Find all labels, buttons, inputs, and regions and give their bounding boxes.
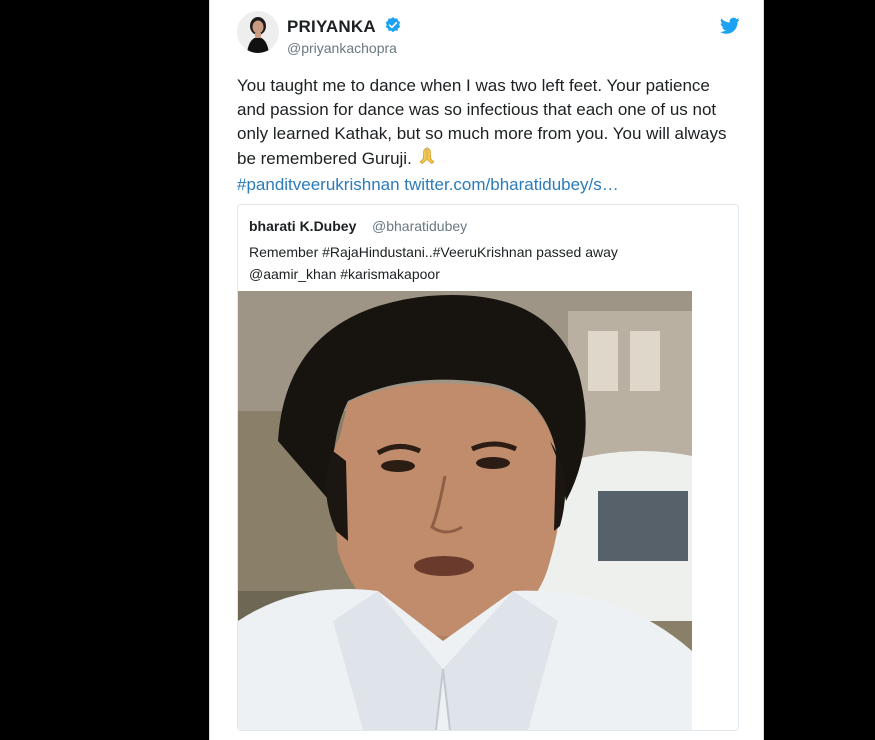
verified-badge-icon (385, 17, 401, 33)
quoted-author-handle[interactable]: @bharatidubey (372, 218, 467, 234)
quoted-tweet-photo[interactable] (238, 291, 692, 730)
quoted-text-line-2: @aamir_khan #karismakapoor (249, 266, 440, 282)
quoted-tweet-text: Remember #RajaHindustani..#VeeruKrishnan… (249, 241, 719, 285)
quoted-tweet-link[interactable]: twitter.com/bharatidubey/s… (404, 175, 618, 194)
embedded-tweet-card: PRIYANKA @priyankachopra You taught me t… (209, 0, 764, 740)
author-avatar[interactable] (237, 11, 279, 53)
tweet-body: You taught me to dance when I was two le… (237, 76, 727, 168)
folded-hands-icon (417, 146, 437, 173)
twitter-bird-icon[interactable] (720, 17, 740, 35)
tweet-text: You taught me to dance when I was two le… (237, 74, 742, 197)
quoted-author-name[interactable]: bharati K.Dubey (249, 218, 356, 234)
quoted-text-line-1: Remember #RajaHindustani..#VeeruKrishnan… (249, 244, 618, 260)
hashtag-link[interactable]: #panditveerukrishnan (237, 175, 400, 194)
author-name[interactable]: PRIYANKA (287, 17, 376, 37)
author-handle[interactable]: @priyankachopra (287, 40, 397, 56)
quoted-tweet[interactable]: bharati K.Dubey @bharatidubey Remember #… (237, 204, 739, 731)
